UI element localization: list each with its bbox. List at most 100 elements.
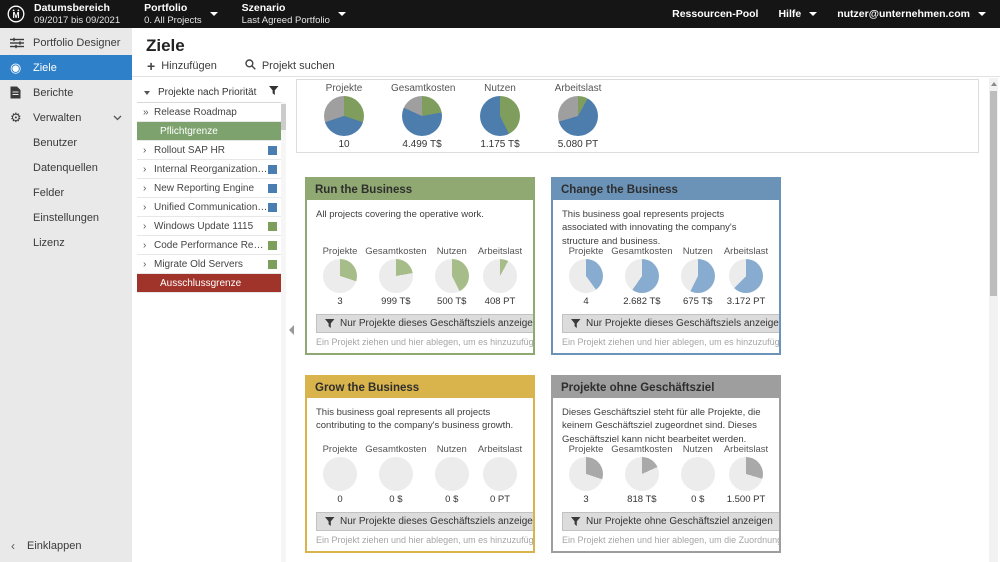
project-row-migrate-old-servers[interactable]: ›Migrate Old Servers: [137, 255, 286, 274]
resources-pool-link[interactable]: Ressourcen-Pool: [672, 8, 758, 20]
pie-chart: [379, 259, 413, 293]
filter-projects-button[interactable]: Nur Projekte dieses Geschäftsziels anzei…: [316, 512, 535, 531]
funnel-icon: [325, 517, 335, 527]
filter-projects-button[interactable]: Nur Projekte ohne Geschäftsziel anzeigen: [562, 512, 781, 531]
project-row-windows-update-1115[interactable]: ›Windows Update 1115: [137, 217, 286, 236]
metric-label: Gesamtkosten: [365, 246, 426, 257]
chevron-down-icon: [338, 12, 346, 16]
project-row-new-reporting-engine[interactable]: ›New Reporting Engine: [137, 179, 286, 198]
collapse-sidebar-button[interactable]: ‹ Einklappen: [0, 534, 132, 558]
sidebar-item-felder[interactable]: Felder: [0, 180, 132, 205]
project-list-panel: Projekte nach Priorität »Release Roadmap…: [137, 83, 287, 562]
project-list-header[interactable]: Projekte nach Priorität: [137, 83, 286, 103]
funnel-icon: [571, 319, 581, 329]
sidebar-item-benutzer[interactable]: Benutzer: [0, 130, 132, 155]
top-bar: M Datumsbereich 09/2017 bis 09/2021 Port…: [0, 0, 1000, 28]
sidebar-item-ziele[interactable]: ◉ Ziele: [0, 55, 132, 80]
project-label: Migrate Old Servers: [154, 259, 243, 270]
project-row-rollout-sap-hr[interactable]: ›Rollout SAP HR: [137, 141, 286, 160]
search-project-button[interactable]: Projekt suchen: [245, 59, 335, 73]
user-email: nutzer@unternehmen.com: [837, 8, 970, 20]
help-menu[interactable]: Hilfe: [778, 8, 817, 20]
goal-card-change-the-business: Change the BusinessThis business goal re…: [551, 177, 781, 355]
goal-metrics-row: Projekte0Gesamtkosten0 $Nutzen0 $Arbeits…: [316, 444, 524, 505]
goal-title: Grow the Business: [315, 382, 419, 394]
goal-card-projekte-ohne-gesch-ftsziel: Projekte ohne GeschäftszielDieses Geschä…: [551, 375, 781, 553]
filter-projects-button[interactable]: Nur Projekte dieses Geschäftsziels anzei…: [316, 314, 535, 333]
goal-metric-gesamtkosten: Gesamtkosten2.682 T$: [611, 246, 672, 307]
expand-project-icon: ›: [143, 202, 154, 213]
panel-resize-handle[interactable]: [286, 77, 296, 562]
sidebar-item-verwalten[interactable]: ⚙ Verwalten: [0, 105, 132, 130]
sidebar-item-label: Ziele: [33, 62, 57, 74]
goal-card-grow-the-business: Grow the Business This business goal repr…: [305, 375, 535, 553]
ausschlussgrenze-bar[interactable]: Ausschlussgrenze: [137, 274, 286, 293]
sidebar-item-portfolio-designer[interactable]: Portfolio Designer: [0, 30, 132, 55]
goal-description: This business goal represents all projec…: [316, 406, 524, 444]
date-range-selector[interactable]: Datumsbereich 09/2017 bis 09/2021: [34, 2, 120, 26]
boundary-label: Ausschlussgrenze: [160, 278, 241, 289]
portfolio-selector[interactable]: Portfolio 0. All Projects: [144, 2, 218, 26]
sidebar-item-berichte[interactable]: Berichte: [0, 80, 132, 105]
user-menu[interactable]: nutzer@unternehmen.com: [837, 8, 986, 20]
sidebar-item-lizenz[interactable]: Lizenz: [0, 230, 132, 255]
pie-chart: [729, 457, 763, 491]
project-label: Rollout SAP HR: [154, 145, 225, 156]
sidebar-item-label: Berichte: [33, 87, 73, 99]
app-logo-icon: M: [7, 5, 25, 23]
metric-label: Arbeitslast: [477, 444, 523, 455]
pie-chart: [625, 457, 659, 491]
scrollbar-thumb[interactable]: [990, 91, 997, 296]
metric-value: 1.500 PT: [723, 494, 769, 505]
pie-chart: [569, 457, 603, 491]
pie-chart: [483, 259, 517, 293]
goal-metric-arbeitslast: Arbeitslast3.172 PT: [723, 246, 769, 307]
metric-value: 0 $: [365, 494, 426, 505]
date-range-value: 09/2017 bis 09/2021: [34, 15, 120, 26]
chevron-left-icon: ‹: [11, 539, 27, 553]
filter-button-label: Nur Projekte ohne Geschäftsziel anzeigen: [586, 516, 773, 527]
goal-card-header: Projekte ohne Geschäftsziel: [553, 377, 779, 398]
metric-value: 4.499 T$: [391, 139, 453, 150]
sidebar-item-einstellungen[interactable]: Einstellungen: [0, 205, 132, 230]
sidebar-item-label: Verwalten: [33, 112, 81, 124]
pie-chart: [625, 259, 659, 293]
main-content: Ziele + Hinzufügen Projekt suchen Projek…: [132, 28, 1000, 562]
main-scrollbar[interactable]: [989, 78, 998, 562]
scroll-up-icon[interactable]: [991, 82, 997, 86]
priority-color-chip: [268, 184, 277, 193]
pie-chart: [558, 96, 598, 136]
add-goal-button[interactable]: + Hinzufügen: [147, 59, 217, 73]
project-row-release-roadmap[interactable]: »Release Roadmap: [137, 103, 286, 122]
project-label: New Reporting Engine: [154, 183, 254, 194]
goal-metric-nutzen: Nutzen0 $: [675, 444, 721, 505]
resize-grip-icon: [289, 325, 294, 335]
expand-program-icon: »: [143, 107, 154, 118]
goal-card-body: This business goal represents projects a…: [553, 200, 779, 347]
expand-project-icon: ›: [143, 259, 154, 270]
goal-card-header: Run the Business: [307, 179, 533, 200]
goal-metric-projekte: Projekte0: [317, 444, 363, 505]
project-row-unified-communications-platf[interactable]: ›Unified Communications Platf...: [137, 198, 286, 217]
metric-value: 0 PT: [477, 494, 523, 505]
page-title: Ziele: [146, 36, 185, 56]
project-row-code-performance-review[interactable]: ›Code Performance Review: [137, 236, 286, 255]
goal-metric-projekte: Projekte3: [563, 444, 609, 505]
metric-label: Arbeitslast: [723, 246, 769, 257]
project-row-internal-reorganization-project[interactable]: ›Internal Reorganization Project: [137, 160, 286, 179]
pie-chart: [323, 457, 357, 491]
metric-value: 818 T$: [611, 494, 672, 505]
scenario-selector[interactable]: Szenario Last Agreed Portfolio: [242, 2, 346, 26]
filter-icon[interactable]: [269, 86, 279, 99]
project-list-title: Projekte nach Priorität: [158, 87, 256, 98]
expand-project-icon: ›: [143, 183, 154, 194]
sidebar-item-datenquellen[interactable]: Datenquellen: [0, 155, 132, 180]
metric-label: Arbeitslast: [723, 444, 769, 455]
pflichtgrenze-bar[interactable]: Pflichtgrenze: [137, 122, 286, 141]
funnel-icon: [571, 517, 581, 527]
filter-projects-button[interactable]: Nur Projekte dieses Geschäftsziels anzei…: [562, 314, 781, 333]
report-icon: [10, 86, 33, 99]
pie-chart: [435, 457, 469, 491]
goal-cards-grid: Run the BusinessAll projects covering th…: [305, 177, 781, 553]
metric-label: Arbeitslast: [477, 246, 523, 257]
